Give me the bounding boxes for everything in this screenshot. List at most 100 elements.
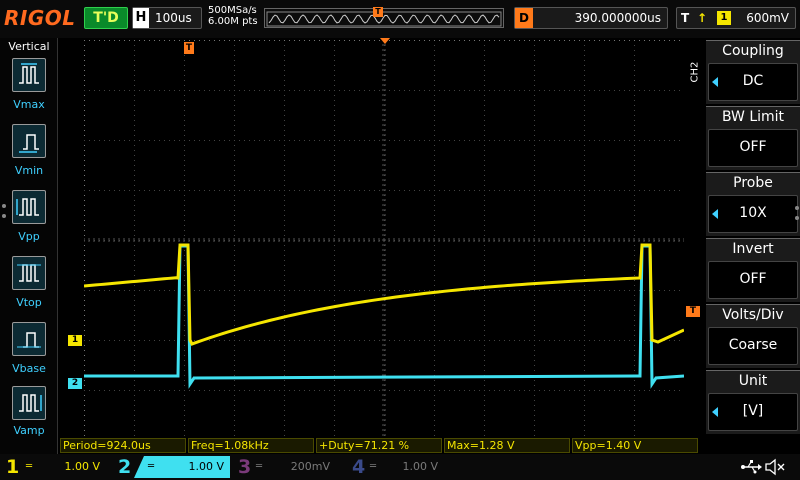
grid-dot	[204, 190, 205, 191]
grid-dot	[234, 245, 235, 246]
meas-duty[interactable]: +Duty=71.21 %	[316, 438, 442, 453]
menu-invert-box[interactable]: OFF	[708, 261, 798, 299]
grid-dot	[234, 405, 235, 406]
grid-dot	[484, 435, 485, 436]
menu-coupling[interactable]: Coupling DC	[706, 40, 800, 104]
vmax-button[interactable]	[12, 58, 46, 92]
menu-volts-div-box[interactable]: Coarse	[708, 327, 798, 365]
ch3-scale-box[interactable]: ═ 200mV	[252, 456, 336, 478]
grid-dot	[184, 170, 185, 171]
grid-dot	[249, 340, 250, 341]
meas-period[interactable]: Period=924.0us	[60, 438, 186, 453]
grid-dot	[524, 190, 525, 191]
grid-dot	[284, 120, 285, 121]
grid-dot	[234, 345, 235, 346]
vpp-button[interactable]	[12, 190, 46, 224]
vmin-button[interactable]	[12, 124, 46, 158]
grid-dot	[584, 210, 585, 211]
trigger-level-marker[interactable]: T	[686, 306, 700, 317]
grid-dot	[284, 110, 285, 111]
grid-dot	[679, 40, 680, 41]
grid-dot	[434, 310, 435, 311]
grid-dot	[144, 390, 145, 391]
grid-dot	[334, 320, 335, 321]
grid-dot	[434, 225, 435, 226]
menu-unit[interactable]: Unit [V]	[706, 370, 800, 434]
grid-dot	[434, 320, 435, 321]
vbase-button[interactable]	[12, 322, 46, 356]
meas-vpp[interactable]: Vpp=1.40 V	[572, 438, 698, 453]
grid-dot	[234, 50, 235, 51]
grid-dot	[484, 400, 485, 401]
grid-dot	[334, 125, 335, 126]
meas-freq[interactable]: Freq=1.08kHz	[188, 438, 314, 453]
delay-box[interactable]: D 390.000000us	[514, 7, 668, 29]
grid-dot	[189, 390, 190, 391]
timebase-box[interactable]: H 100us	[132, 7, 202, 29]
grid-dot	[289, 40, 290, 41]
meas-max[interactable]: Max=1.28 V	[444, 438, 570, 453]
grid-dot	[134, 340, 135, 341]
grid-dot	[609, 90, 610, 91]
vamp-button[interactable]	[12, 386, 46, 420]
grid-dot	[234, 290, 235, 291]
grid-dot	[634, 295, 635, 296]
ch1-scale-box[interactable]: ═ 1.00 V	[22, 456, 106, 478]
grid-dot	[284, 190, 285, 191]
grid-dot	[174, 40, 175, 41]
grid-dot	[434, 70, 435, 71]
grid-dot	[434, 245, 435, 246]
menu-unit-box[interactable]: [V]	[708, 393, 798, 431]
grid-dot	[584, 55, 585, 56]
grid-dot	[679, 90, 680, 91]
channel-status-bar: 1 ═ 1.00 V 2 ═ 1.00 V 3 ═ 200mV 4 ═ 1.00…	[0, 454, 800, 480]
ch2-scale-box[interactable]: ═ 1.00 V	[134, 456, 230, 478]
grid-dot	[259, 290, 260, 291]
grid-dot	[234, 95, 235, 96]
trigger-box[interactable]: T ↑ 1 600mV	[676, 7, 796, 29]
grid-dot	[434, 400, 435, 401]
menu-probe-box[interactable]: 10X	[708, 195, 798, 233]
grid-dot	[524, 90, 525, 91]
menu-bw-limit-box[interactable]: OFF	[708, 129, 798, 167]
grid-dot	[234, 185, 235, 186]
grid-dot	[629, 340, 630, 341]
menu-volts-div[interactable]: Volts/Div Coarse	[706, 304, 800, 368]
grid-dot	[484, 360, 485, 361]
ch4-number[interactable]: 4	[352, 454, 365, 480]
grid-dot	[224, 90, 225, 91]
menu-probe[interactable]: Probe 10X	[706, 172, 800, 236]
ch2-offset-marker[interactable]: 2	[68, 378, 82, 389]
grid-dot	[319, 190, 320, 191]
grid-dot	[584, 385, 585, 386]
ch1-number[interactable]: 1	[6, 454, 19, 480]
grid-dot	[184, 175, 185, 176]
grid-dot	[584, 420, 585, 421]
vtop-button[interactable]	[12, 256, 46, 290]
run-status-badge[interactable]: T'D	[84, 7, 128, 29]
grid-dot	[639, 190, 640, 191]
ch1-offset-marker[interactable]: 1	[68, 335, 82, 346]
trigger-position-marker[interactable]: T	[184, 42, 194, 54]
grid-dot	[214, 390, 215, 391]
grid-dot	[129, 390, 130, 391]
grid-dot	[514, 340, 515, 341]
grid-dot	[584, 395, 585, 396]
waveform-display[interactable]	[84, 40, 684, 440]
ch3-number[interactable]: 3	[238, 454, 251, 480]
grid-dot	[484, 165, 485, 166]
menu-invert[interactable]: Invert OFF	[706, 238, 800, 302]
ch4-scale-box[interactable]: ═ 1.00 V	[366, 456, 444, 478]
menu-bw-limit[interactable]: BW Limit OFF	[706, 106, 800, 170]
grid-dot	[94, 290, 95, 291]
menu-coupling-box[interactable]: DC	[708, 63, 798, 101]
mute-icon[interactable]	[764, 458, 786, 476]
grid-dot	[544, 90, 545, 91]
grid-dot	[584, 80, 585, 81]
grid-dot	[644, 290, 645, 291]
ch2-number[interactable]: 2	[118, 454, 131, 480]
memory-waveform-bar[interactable]: T	[264, 7, 504, 28]
grid-dot	[379, 190, 380, 191]
grid-dot	[584, 95, 585, 96]
grid-dot	[234, 395, 235, 396]
